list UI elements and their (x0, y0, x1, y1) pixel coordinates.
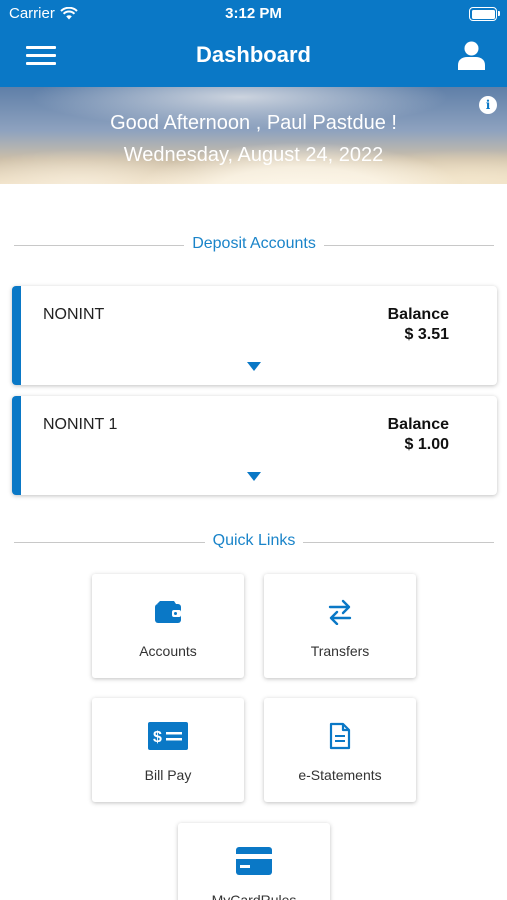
transfer-arrows-icon (328, 599, 352, 625)
current-date: Wednesday, August 24, 2022 (123, 144, 384, 166)
bill-pay-icon: $ (148, 722, 188, 750)
status-bar: Carrier 3:12 PM (0, 0, 507, 28)
greeting-text: Good Afternoon , Paul Pastdue ! (110, 112, 397, 134)
account-card[interactable]: NONINT Balance $ 3.51 (12, 286, 497, 385)
balance-amount: $ 3.51 (404, 326, 449, 343)
quick-link-label: e-Statements (298, 767, 382, 783)
status-time: 3:12 PM (225, 5, 282, 22)
quick-links-header: Quick Links (14, 532, 494, 552)
info-icon[interactable]: i (479, 96, 497, 114)
balance-label: Balance (387, 416, 449, 433)
greeting-banner: Good Afternoon , Paul Pastdue ! Wednesda… (0, 87, 507, 184)
svg-text:$: $ (153, 729, 162, 746)
credit-card-icon (236, 847, 272, 875)
user-icon (458, 41, 485, 70)
app-header: Carrier 3:12 PM Dashboard (0, 0, 507, 87)
quick-link-transfers[interactable]: Transfers (264, 574, 416, 678)
balance-label: Balance (387, 306, 449, 323)
account-name: NONINT 1 (43, 416, 118, 433)
quick-link-bill-pay[interactable]: $ Bill Pay (92, 698, 244, 802)
quick-links-title: Quick Links (204, 532, 304, 549)
quick-link-e-statements[interactable]: e-Statements (264, 698, 416, 802)
quick-link-label: Transfers (310, 643, 370, 659)
quick-link-label: Accounts (139, 643, 197, 659)
deposit-accounts-header: Deposit Accounts (14, 235, 494, 255)
account-card[interactable]: NONINT 1 Balance $ 1.00 (12, 396, 497, 495)
quick-link-accounts[interactable]: Accounts (92, 574, 244, 678)
quick-link-mycardrules[interactable]: MyCardRules (178, 823, 330, 900)
expand-caret-icon[interactable] (247, 472, 261, 481)
wallet-icon (155, 601, 181, 623)
quick-link-label: MyCardRules (211, 892, 297, 900)
document-icon (329, 722, 351, 750)
deposit-accounts-title: Deposit Accounts (184, 235, 324, 252)
quick-link-label: Bill Pay (144, 767, 192, 783)
account-name: NONINT (43, 306, 105, 323)
expand-caret-icon[interactable] (247, 362, 261, 371)
profile-button[interactable] (458, 41, 485, 70)
balance-amount: $ 1.00 (404, 436, 449, 453)
battery-icon (469, 7, 500, 21)
page-title: Dashboard (196, 42, 311, 67)
